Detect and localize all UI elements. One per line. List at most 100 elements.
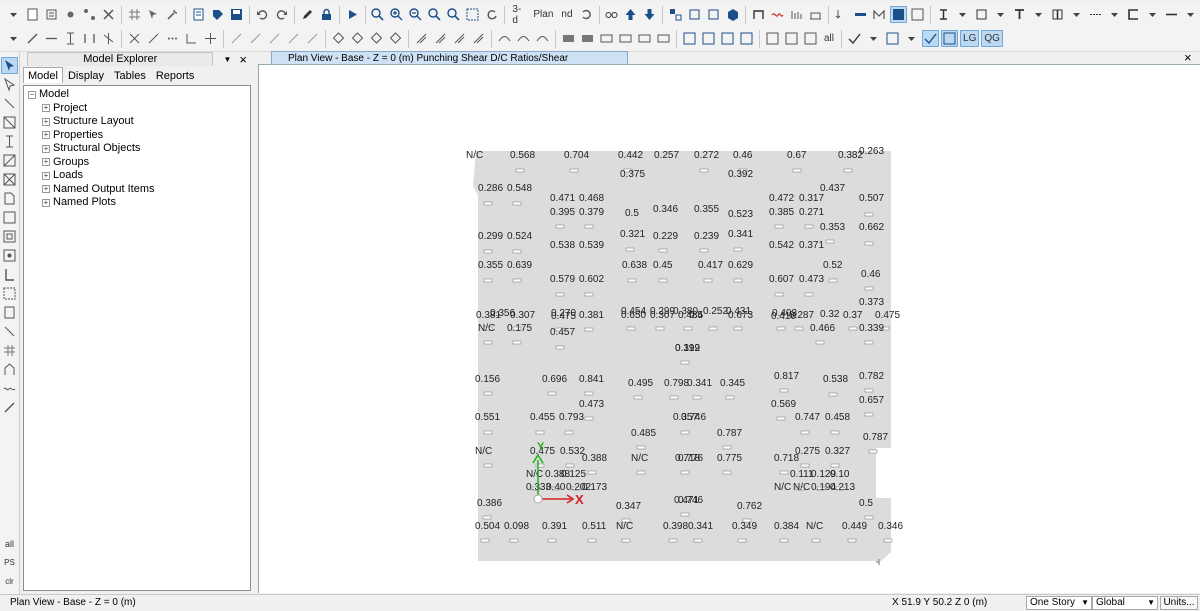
column-marker[interactable] xyxy=(774,292,784,297)
snap-qg-button[interactable]: QG xyxy=(981,30,1003,47)
column-marker[interactable] xyxy=(828,392,838,397)
view-close-icon[interactable]: × xyxy=(1184,50,1192,65)
column-marker[interactable] xyxy=(774,224,784,229)
select-all-button[interactable]: all xyxy=(821,30,837,47)
column-section-icon[interactable] xyxy=(935,6,952,23)
assign-5-icon[interactable] xyxy=(764,30,781,47)
explorer-close-icon[interactable]: × xyxy=(239,52,247,67)
line-icon[interactable] xyxy=(1163,6,1180,23)
t-section-icon[interactable] xyxy=(1011,6,1028,23)
column-marker[interactable] xyxy=(737,538,747,543)
draw-area-3-icon[interactable] xyxy=(368,30,385,47)
nodes-icon[interactable] xyxy=(81,6,98,23)
column-marker[interactable] xyxy=(815,340,825,345)
select-all-side-button[interactable]: all xyxy=(2,535,17,552)
column-marker[interactable] xyxy=(483,463,493,468)
new-model-icon[interactable] xyxy=(24,6,41,23)
draw-tendon-1-icon[interactable] xyxy=(496,30,513,47)
column-marker[interactable] xyxy=(669,395,679,400)
c-section-icon[interactable] xyxy=(1125,6,1142,23)
column-marker[interactable] xyxy=(864,286,874,291)
v-brace-icon[interactable] xyxy=(1,114,18,131)
document-icon[interactable] xyxy=(190,6,207,23)
column-marker[interactable] xyxy=(864,412,874,417)
v-area-icon[interactable] xyxy=(1,209,18,226)
v-point-icon[interactable] xyxy=(1,247,18,264)
dropdown-2-icon[interactable] xyxy=(992,6,1009,23)
rotate-icon[interactable] xyxy=(578,6,595,23)
tree-node-model[interactable]: − Model xyxy=(28,88,246,102)
tag-icon[interactable] xyxy=(209,6,226,23)
column-marker[interactable] xyxy=(480,538,490,543)
column-marker[interactable] xyxy=(547,538,557,543)
column-marker[interactable] xyxy=(621,538,631,543)
column-marker[interactable] xyxy=(587,538,597,543)
dropdown-6-icon[interactable] xyxy=(1144,6,1161,23)
draw-slab-5-icon[interactable] xyxy=(304,30,321,47)
expand-icon[interactable]: + xyxy=(42,117,50,126)
column-marker[interactable] xyxy=(848,326,858,331)
v-wave-icon[interactable] xyxy=(1,380,18,397)
expand-icon[interactable]: + xyxy=(42,131,50,140)
column-marker[interactable] xyxy=(779,388,789,393)
draw-opening-1-icon[interactable] xyxy=(413,30,430,47)
draw-tendon-3-icon[interactable] xyxy=(534,30,551,47)
v-diag-icon[interactable] xyxy=(1,323,18,340)
column-marker[interactable] xyxy=(627,278,637,283)
column-marker[interactable] xyxy=(584,416,594,421)
column-marker[interactable] xyxy=(535,463,545,468)
snap-lg-button[interactable]: LG xyxy=(960,30,980,47)
column-marker[interactable] xyxy=(483,391,493,396)
lock-icon[interactable] xyxy=(318,6,335,23)
column-marker[interactable] xyxy=(883,538,893,543)
draw-diag-icon[interactable] xyxy=(145,30,162,47)
check-icon[interactable] xyxy=(846,30,863,47)
open-model-icon[interactable] xyxy=(43,6,60,23)
draw-line-icon[interactable] xyxy=(24,30,41,47)
column-marker[interactable] xyxy=(779,470,789,475)
column-marker[interactable] xyxy=(512,201,522,206)
assign-6-icon[interactable] xyxy=(783,30,800,47)
column-marker[interactable] xyxy=(658,278,668,283)
draw-grid-icon[interactable] xyxy=(202,30,219,47)
column-marker[interactable] xyxy=(804,224,814,229)
frame-icon[interactable] xyxy=(750,6,767,23)
column-marker[interactable] xyxy=(680,512,690,517)
column-marker[interactable] xyxy=(680,470,690,475)
draw-stair-1-icon[interactable] xyxy=(560,30,577,47)
dropdown-4-icon[interactable] xyxy=(1068,6,1085,23)
column-marker[interactable] xyxy=(708,326,718,331)
column-marker[interactable] xyxy=(830,430,840,435)
column-marker[interactable] xyxy=(733,326,743,331)
save-icon[interactable] xyxy=(228,6,245,23)
draw-opening-2-icon[interactable] xyxy=(432,30,449,47)
column-marker[interactable] xyxy=(779,538,789,543)
column-marker[interactable] xyxy=(509,538,519,543)
tab-reports[interactable]: Reports xyxy=(151,67,200,83)
column-marker[interactable] xyxy=(512,249,522,254)
column-marker[interactable] xyxy=(733,247,743,252)
delete-icon[interactable] xyxy=(100,6,117,23)
reshape-icon[interactable] xyxy=(1,76,18,93)
column-marker[interactable] xyxy=(547,391,557,396)
contour-icon[interactable] xyxy=(909,6,926,23)
wrench-icon[interactable] xyxy=(164,6,181,23)
column-marker[interactable] xyxy=(792,168,802,173)
story-select[interactable]: One Story ▼ xyxy=(1026,596,1092,610)
undo-icon[interactable] xyxy=(254,6,271,23)
dash-line-icon[interactable] xyxy=(1087,6,1104,23)
move-down-icon[interactable] xyxy=(641,6,658,23)
draw-brace-icon[interactable] xyxy=(100,30,117,47)
box-select-icon[interactable] xyxy=(884,30,901,47)
snap-grid-icon[interactable] xyxy=(941,30,959,47)
column-marker[interactable] xyxy=(864,340,874,345)
draw-stair-2-icon[interactable] xyxy=(579,30,596,47)
column-marker[interactable] xyxy=(584,327,594,332)
assign-2-icon[interactable] xyxy=(700,30,717,47)
column-marker[interactable] xyxy=(776,416,786,421)
draw-opening-3-icon[interactable] xyxy=(451,30,468,47)
tree-node-loads[interactable]: + Loads xyxy=(28,169,246,183)
assign-4-icon[interactable] xyxy=(738,30,755,47)
column-marker[interactable] xyxy=(847,538,857,543)
run-icon[interactable] xyxy=(344,6,361,23)
